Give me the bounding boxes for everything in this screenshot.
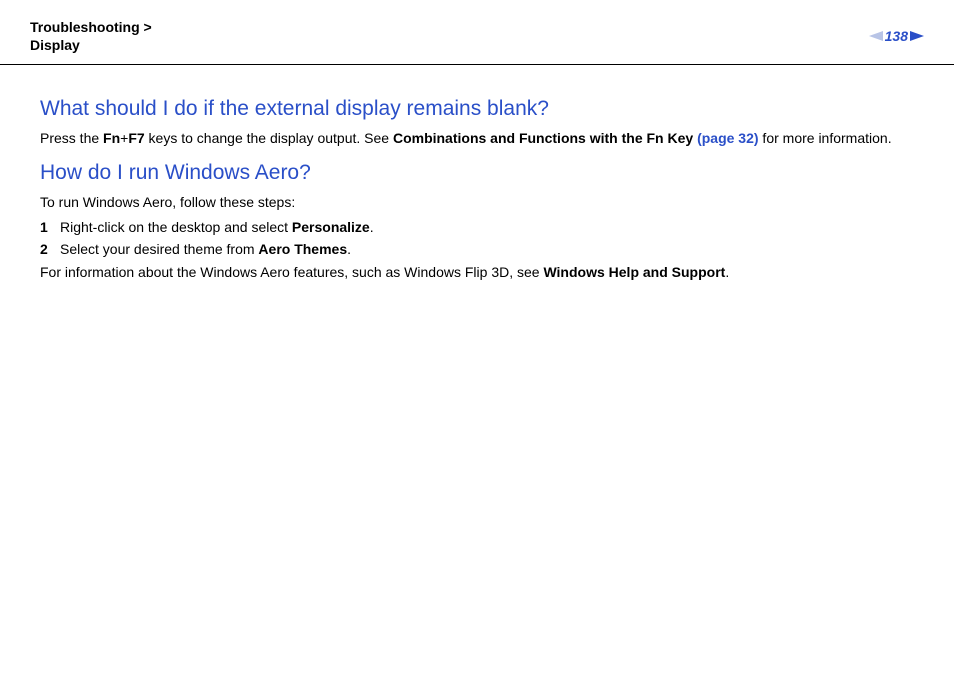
breadcrumb: Troubleshooting > Display (30, 18, 152, 54)
step-text: Right-click on the desktop and select Pe… (60, 219, 374, 235)
list-item: 2 Select your desired theme from Aero Th… (40, 241, 914, 257)
breadcrumb-level-2[interactable]: Display (30, 37, 80, 53)
aero-intro: To run Windows Aero, follow these steps: (40, 193, 914, 213)
step-text: Select your desired theme from Aero Them… (60, 241, 351, 257)
next-page-icon[interactable] (910, 31, 924, 41)
paragraph-fn-f7: Press the Fn+F7 keys to change the displ… (40, 129, 914, 149)
prev-page-icon[interactable] (869, 31, 883, 41)
step-number: 1 (40, 219, 60, 235)
page-content: What should I do if the external display… (0, 65, 954, 282)
page-navigation: 138 (869, 28, 924, 44)
page-header: Troubleshooting > Display 138 (0, 0, 954, 64)
list-item: 1 Right-click on the desktop and select … (40, 219, 914, 235)
heading-external-display-blank: What should I do if the external display… (40, 97, 914, 121)
aero-steps: 1 Right-click on the desktop and select … (40, 219, 914, 257)
page-32-link[interactable]: (page 32) (697, 130, 758, 146)
page-number: 138 (885, 28, 908, 44)
breadcrumb-level-1[interactable]: Troubleshooting (30, 19, 140, 35)
aero-outro: For information about the Windows Aero f… (40, 263, 914, 283)
heading-windows-aero: How do I run Windows Aero? (40, 161, 914, 185)
step-number: 2 (40, 241, 60, 257)
breadcrumb-separator: > (144, 19, 152, 35)
